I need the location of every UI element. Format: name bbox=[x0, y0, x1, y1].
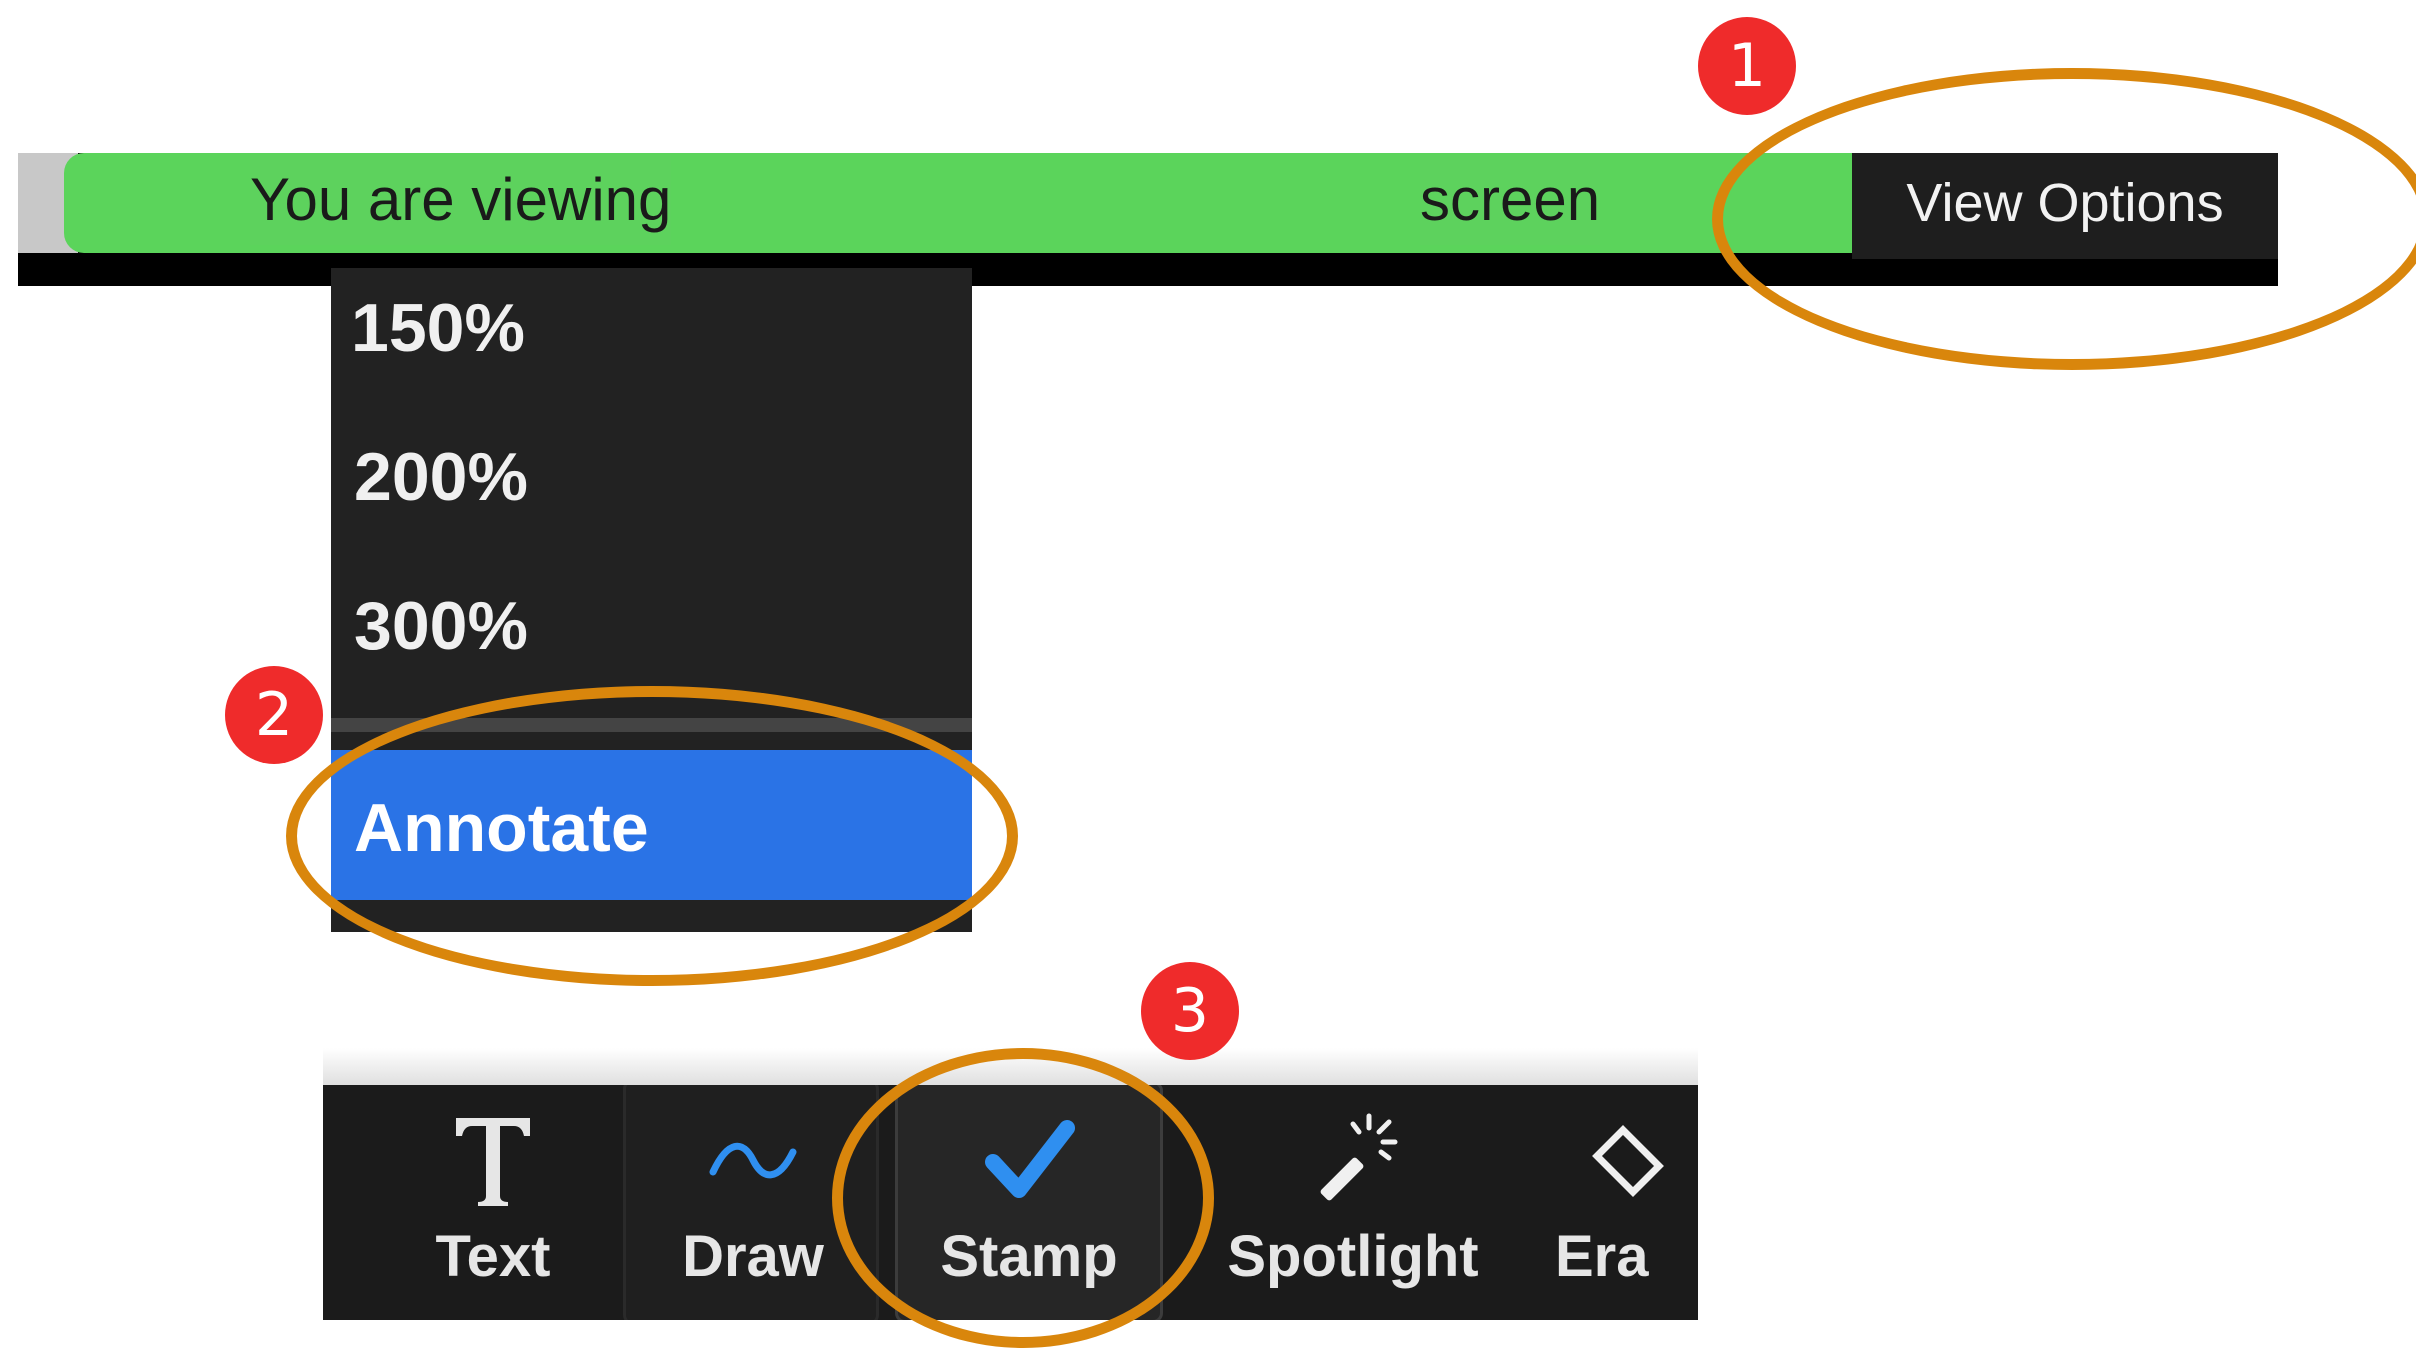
text-t-icon bbox=[393, 1110, 593, 1220]
magic-wand-spotlight-icon bbox=[1203, 1110, 1503, 1220]
viewing-status-label: You are viewing bbox=[250, 155, 672, 245]
tool-eraser-label: Era bbox=[1555, 1224, 1649, 1289]
step-badge-1: 1 bbox=[1698, 17, 1796, 115]
highlight-ellipse-annotate bbox=[286, 686, 1018, 986]
tool-spotlight[interactable]: Spotlight bbox=[1203, 1085, 1503, 1320]
menu-item-zoom-200[interactable]: 200% bbox=[354, 427, 528, 527]
tool-text[interactable]: Text bbox=[393, 1085, 593, 1320]
tool-eraser[interactable]: Era bbox=[1543, 1085, 1698, 1320]
menu-item-zoom-150[interactable]: 150% bbox=[351, 278, 525, 378]
step-badge-2: 2 bbox=[225, 666, 323, 764]
viewing-screen-label: screen bbox=[1420, 155, 1601, 245]
tool-text-label: Text bbox=[435, 1224, 551, 1289]
eraser-icon bbox=[1573, 1110, 1698, 1220]
highlight-ellipse-stamp bbox=[832, 1048, 1214, 1348]
step-badge-3: 3 bbox=[1141, 962, 1239, 1060]
menu-item-zoom-300[interactable]: 300% bbox=[354, 576, 528, 676]
highlight-ellipse-view-options bbox=[1712, 68, 2416, 370]
tool-spotlight-label: Spotlight bbox=[1227, 1224, 1479, 1289]
